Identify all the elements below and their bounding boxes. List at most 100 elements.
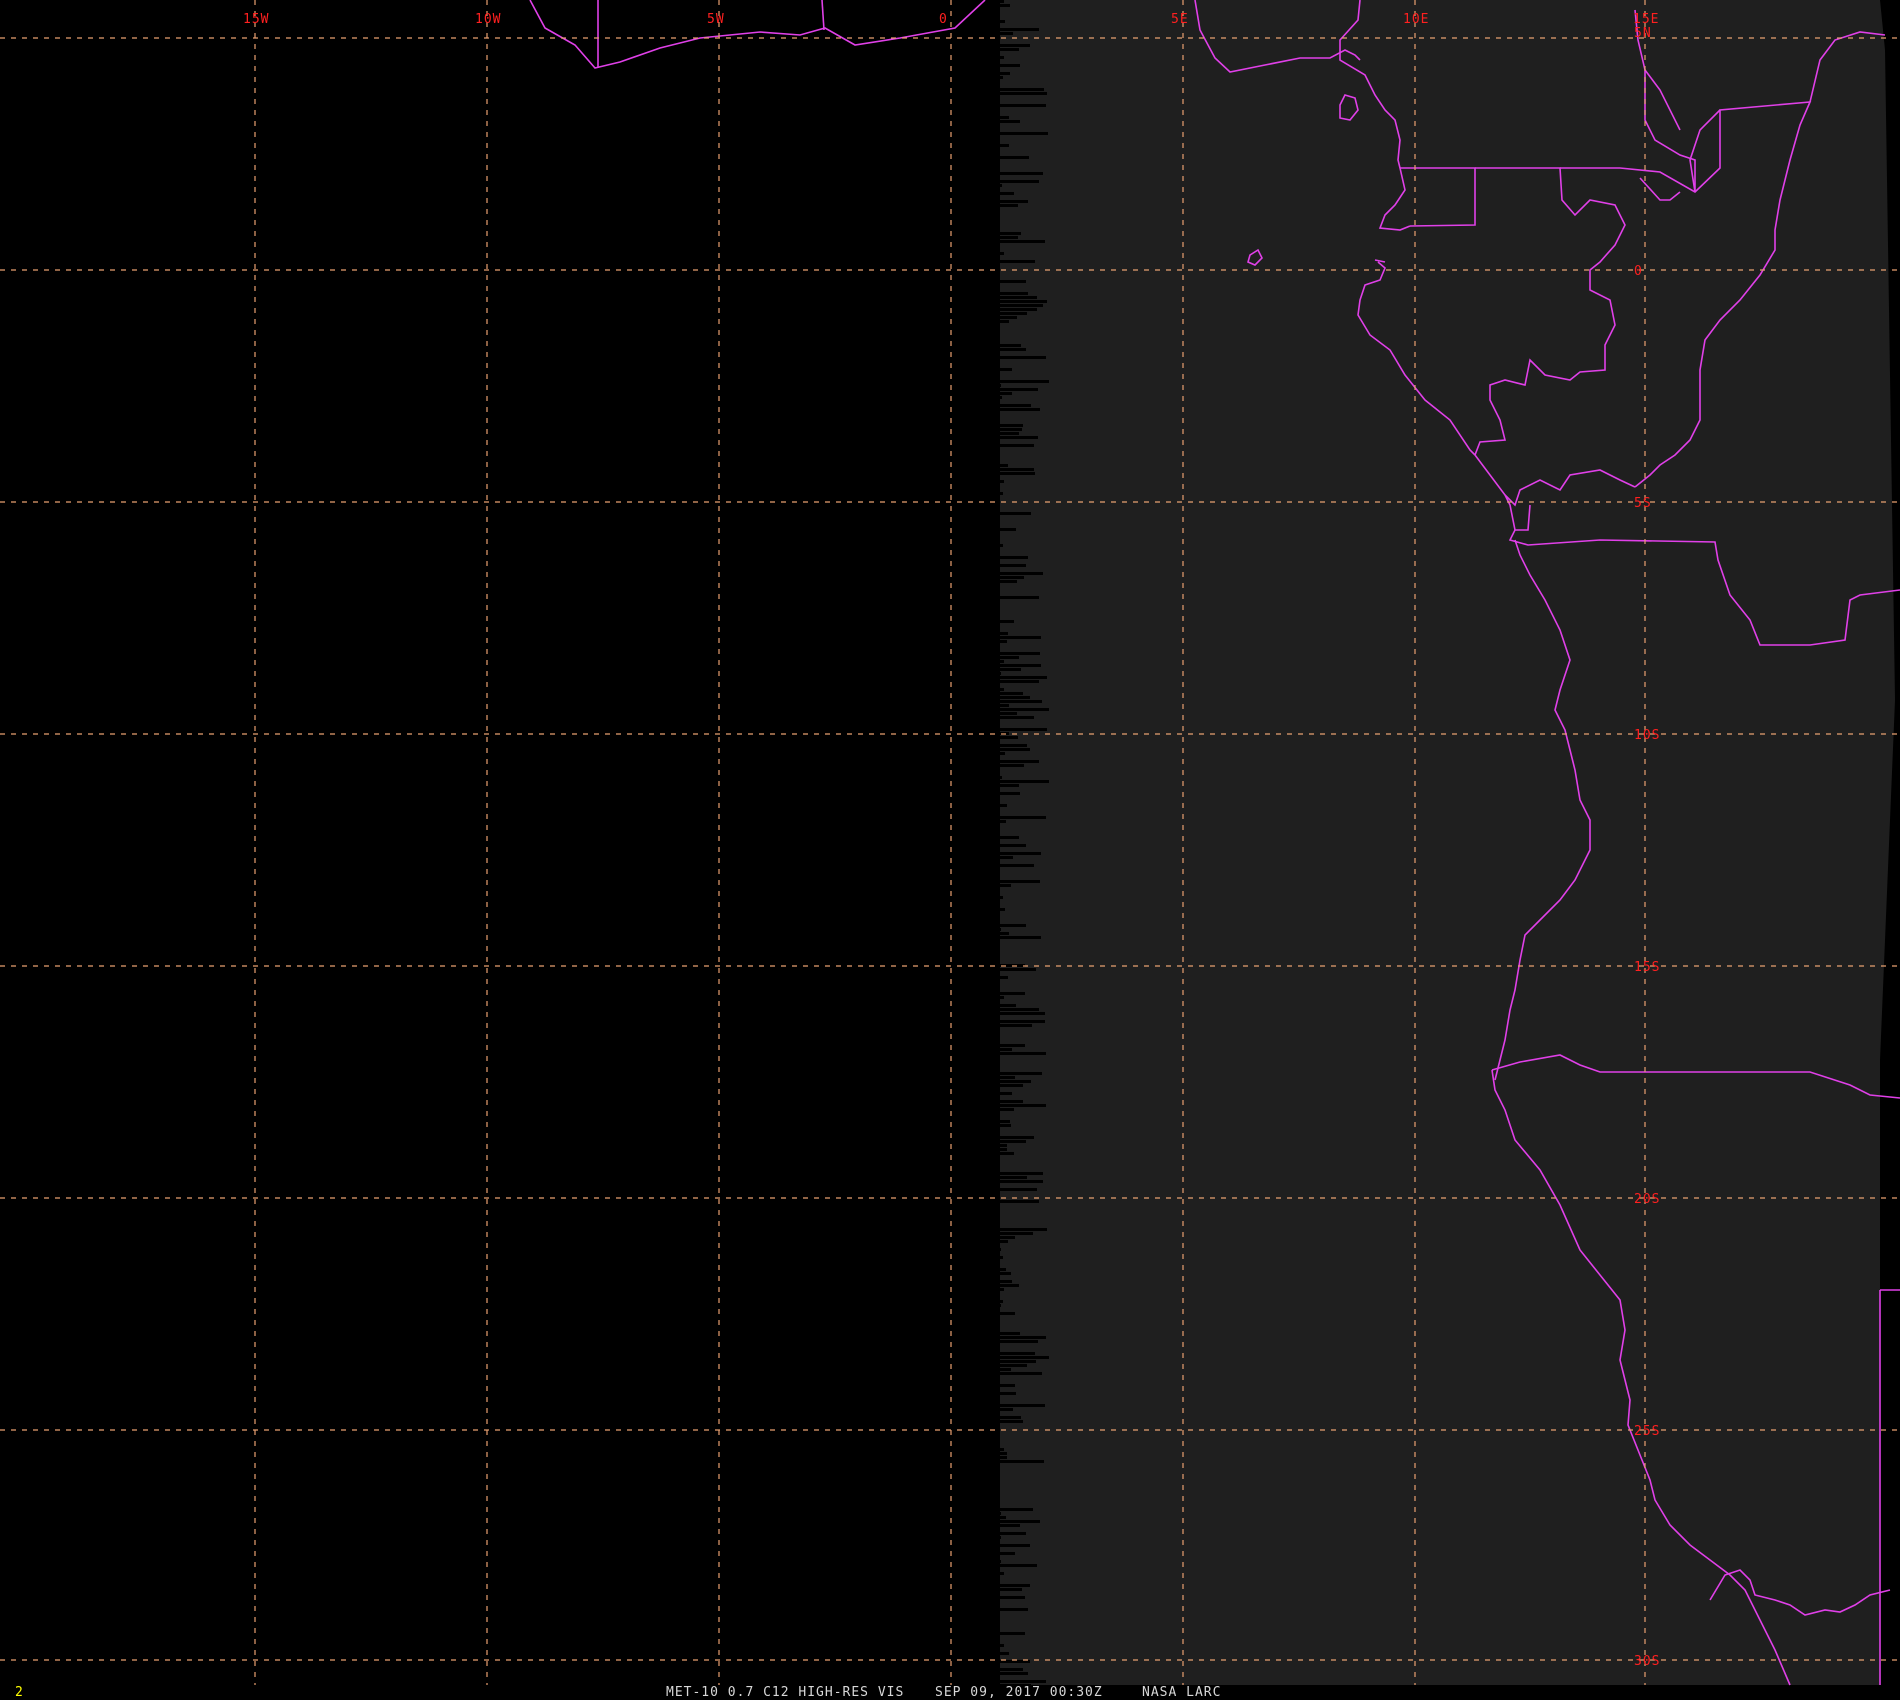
scanline-gap [940, 504, 980, 507]
scanline-gap [940, 100, 999, 103]
scanline-gap [940, 1108, 1014, 1111]
scanline-gap [940, 1324, 987, 1327]
scanline-gap [940, 1556, 998, 1559]
longitude-label: 15E [1633, 12, 1659, 27]
scanline-gap [940, 1244, 964, 1247]
scanline-gap [940, 636, 1041, 639]
scanline-gap [940, 1300, 1003, 1303]
scanline-gap [940, 1068, 974, 1071]
scanline-gap [940, 976, 1008, 979]
scanline-gap [940, 772, 993, 775]
scanline-gap [940, 196, 996, 199]
scanline-gap [940, 1452, 1007, 1455]
scanline-gap [940, 1196, 967, 1199]
scanline-gap [940, 1328, 998, 1331]
scanline-gap [940, 1180, 1043, 1183]
scanline-gap [940, 128, 975, 131]
scanline-gap [940, 1636, 988, 1639]
scanline-gap [940, 388, 1038, 391]
scanline-gap [940, 568, 990, 571]
scanline-gap [940, 1560, 1001, 1563]
scanline-gap [940, 208, 972, 211]
scanline-gap [940, 924, 1026, 927]
scanline-gap [940, 364, 992, 367]
scanline-gap [940, 1416, 1021, 1419]
longitude-label: 10E [1403, 12, 1429, 27]
scanline-gap [940, 148, 989, 151]
scanline-gap [940, 1608, 1028, 1611]
scanline-gap [940, 704, 1009, 707]
scanline-gap [940, 1568, 969, 1571]
scanline-gap [940, 480, 1004, 483]
scanline-gap [940, 1504, 988, 1507]
scanline-gap [940, 576, 1024, 579]
scanline-gap [940, 1336, 1046, 1339]
scanline-gap [940, 488, 985, 491]
scanline-gap [940, 264, 1000, 267]
scanline-gap [940, 92, 1047, 95]
scanline-gap [940, 284, 971, 287]
scanline-gap [940, 420, 973, 423]
scanline-gap [940, 716, 1034, 719]
scanline-gap [940, 868, 976, 871]
scanline-gap [940, 308, 1037, 311]
scanline-gap [940, 1464, 968, 1467]
scanline-gap [940, 608, 976, 611]
scanline-gap [940, 852, 1041, 855]
scanline-gap [940, 152, 973, 155]
scanline-gap [940, 1096, 971, 1099]
scanline-gap [940, 696, 1030, 699]
scanline-gap [940, 216, 1000, 219]
scanline-gap [940, 1512, 1001, 1515]
scanline-gap [940, 1132, 995, 1135]
scanline-gap [940, 456, 967, 459]
scanline-gap [940, 1160, 967, 1163]
scanline-gap [940, 1200, 1039, 1203]
scanline-gap [940, 1612, 966, 1615]
scanline-gap [940, 1488, 970, 1491]
scanline-gap [940, 1252, 974, 1255]
scanline-gap [940, 1064, 988, 1067]
scanline-gap [940, 224, 964, 227]
scanline-gap [940, 296, 1037, 299]
scanline-gap [940, 1380, 987, 1383]
scanline-gap [940, 352, 984, 355]
scanline-gap [940, 1388, 965, 1391]
longitude-label: 5E [1171, 12, 1189, 27]
scanline-gap [940, 844, 1026, 847]
scanline-gap [940, 1668, 1023, 1671]
scanline-gap [940, 1508, 1033, 1511]
scanline-gap [940, 912, 989, 915]
scanline-gap [940, 260, 1035, 263]
scanline-gap [940, 544, 1003, 547]
scanline-gap [940, 1360, 1036, 1363]
scanline-gap [940, 116, 1009, 119]
scanline-gap [940, 560, 1000, 563]
scanline-gap [940, 1040, 972, 1043]
scanline-gap [940, 1572, 1004, 1575]
scanline-gap [940, 212, 980, 215]
scanline-gap [940, 108, 977, 111]
scanline-gap [940, 240, 1045, 243]
scanline-gap [940, 1240, 1008, 1243]
scanline-gap [940, 1144, 1007, 1147]
scanline-gap [940, 124, 985, 127]
scanline-gap [940, 392, 1012, 395]
scanline-gap [940, 980, 985, 983]
scanline-gap [940, 1172, 1043, 1175]
scanline-gap [940, 84, 964, 87]
scanline-gap [940, 348, 1026, 351]
scanline-gap [940, 1364, 1027, 1367]
scanline-gap [940, 1072, 1042, 1075]
scanline-gap [940, 52, 966, 55]
scanline-gap [940, 484, 964, 487]
scanline-gap [940, 44, 1030, 47]
scanline-gap [940, 784, 1019, 787]
scanline-gap [940, 136, 1000, 139]
scanline-gap [940, 900, 982, 903]
scanline-gap [940, 652, 1040, 655]
scanline-gap [940, 592, 966, 595]
scanline-gap [940, 1584, 1030, 1587]
scanline-gap [940, 776, 1002, 779]
scanline-gap [940, 432, 1019, 435]
